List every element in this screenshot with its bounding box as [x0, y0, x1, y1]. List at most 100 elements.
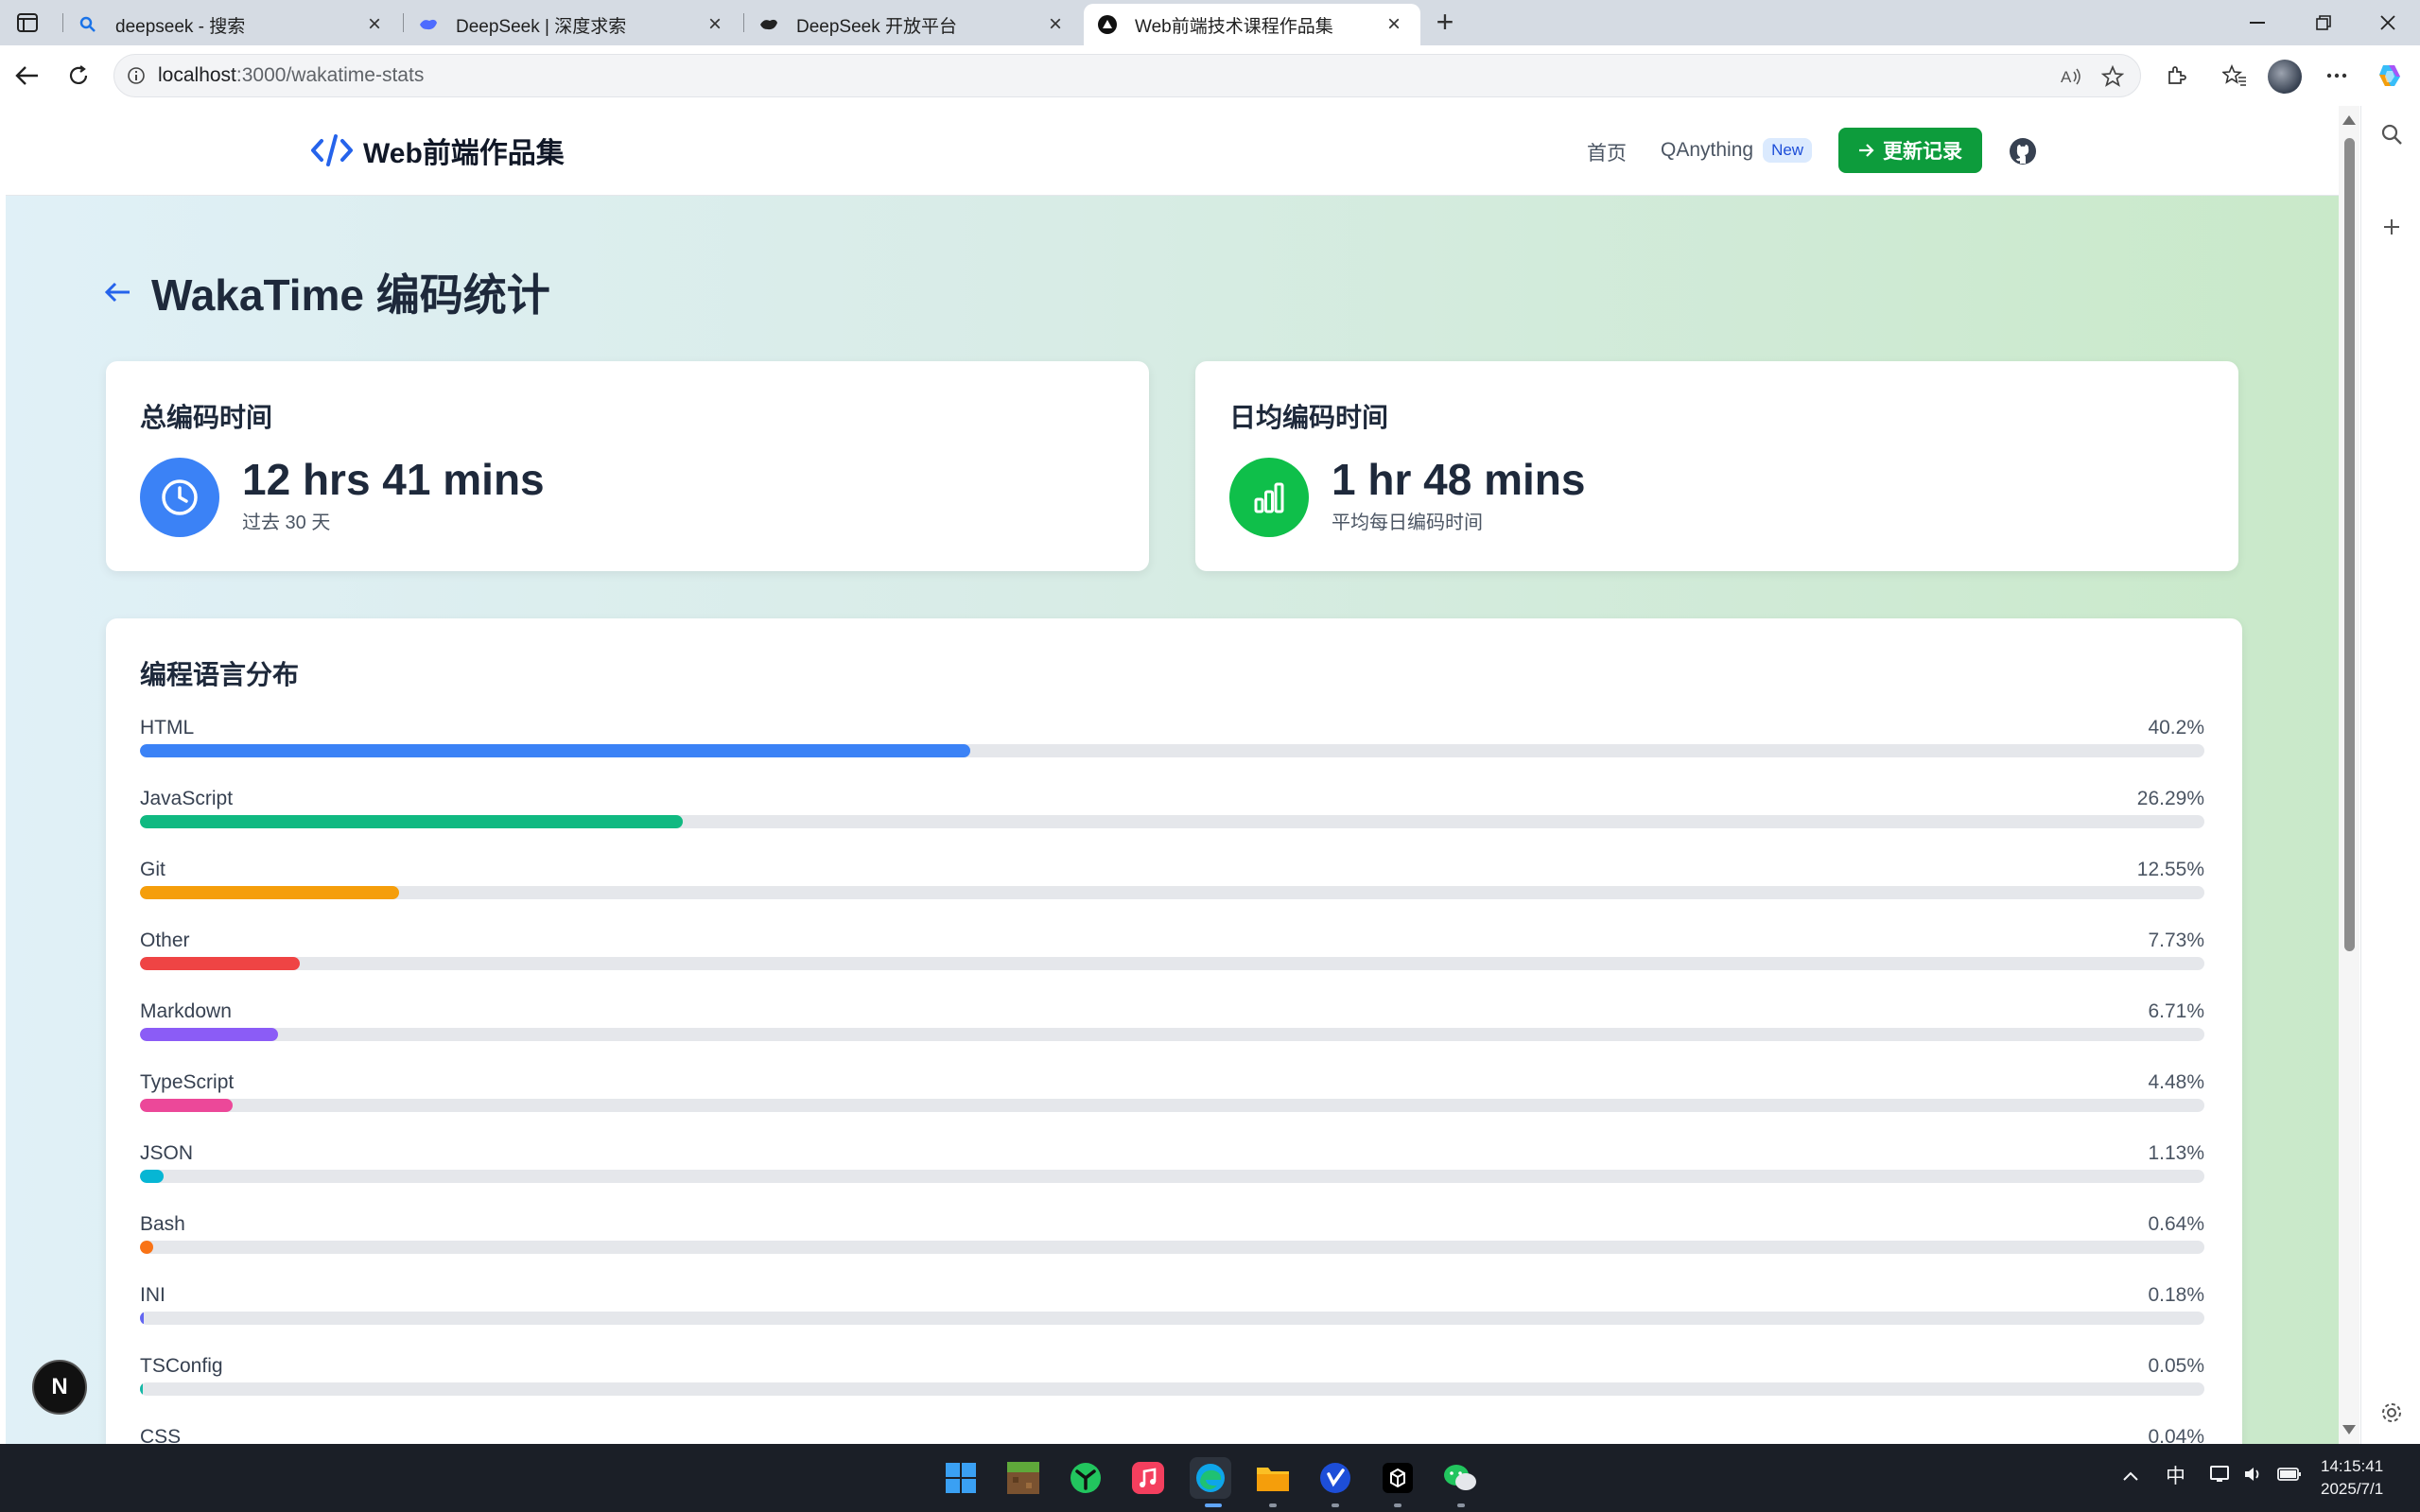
tab-title: DeepSeek 开放平台 [796, 16, 958, 37]
copilot-icon[interactable] [2372, 59, 2408, 93]
music-app-icon[interactable] [1127, 1457, 1169, 1499]
brand-name: Web前端作品集 [363, 138, 565, 169]
ime-indicator[interactable]: 中 [2166, 1461, 2185, 1489]
language-row: JavaScript 26.29% [140, 788, 2204, 859]
address-bar-row: localhost:3000/wakatime-stats A [0, 45, 2420, 106]
total-time-label: 总编码时间 [140, 403, 273, 432]
triangle-favicon-icon [1097, 14, 1118, 35]
language-progress-fill [140, 886, 399, 899]
clock-date: 2025/7/1 [2321, 1480, 2384, 1498]
url-field[interactable]: localhost:3000/wakatime-stats A [113, 54, 2141, 97]
nextjs-dev-badge[interactable]: N [32, 1360, 87, 1415]
nav-home-link[interactable]: 首页 [1587, 138, 1627, 166]
app-green-icon[interactable] [1065, 1457, 1106, 1499]
tab-title: Web前端技术课程作品集 [1135, 16, 1333, 37]
tray-overflow-chevron-icon[interactable] [2122, 1465, 2139, 1487]
language-progress-track [140, 1170, 2204, 1183]
brand-link[interactable]: Web前端作品集 [310, 130, 565, 171]
minecraft-icon[interactable] [1002, 1457, 1044, 1499]
network-icon[interactable] [2209, 1465, 2232, 1489]
language-name: INI [140, 1284, 165, 1306]
url-path: :3000/wakatime-stats [235, 64, 425, 86]
language-progress-fill [140, 1382, 143, 1396]
clock-time: 14:15:41 [2321, 1457, 2384, 1475]
search-icon[interactable] [2376, 119, 2407, 149]
scroll-down-arrow-icon[interactable] [2342, 1425, 2356, 1434]
volume-icon[interactable] [2243, 1465, 2264, 1489]
minimize-icon[interactable] [2224, 6, 2290, 40]
language-progress-track [140, 815, 2204, 828]
close-window-icon[interactable] [2355, 6, 2420, 40]
close-tab-icon[interactable]: × [1381, 11, 1407, 38]
edge-browser-icon[interactable] [1190, 1457, 1231, 1499]
language-progress-track [140, 1028, 2204, 1041]
profile-avatar[interactable] [2268, 60, 2302, 94]
new-tab-button[interactable]: + [1428, 7, 1462, 38]
site-info-icon[interactable] [114, 66, 158, 85]
tab-4-active[interactable]: Web前端技术课程作品集 × [1084, 4, 1420, 45]
language-name: JavaScript [140, 788, 234, 809]
close-tab-icon[interactable]: × [702, 11, 728, 38]
language-progress-track [140, 1241, 2204, 1254]
back-arrow-icon[interactable] [9, 59, 45, 93]
tab-actions-icon[interactable] [13, 9, 42, 36]
language-percent: 0.05% [2148, 1355, 2204, 1377]
total-time-card: 总编码时间 12 hrs 41 mins 过去 30 天 [106, 361, 1149, 571]
favorites-icon[interactable] [2217, 59, 2253, 93]
site-header: Web前端作品集 首页 QAnything New 更新记录 [6, 106, 2339, 196]
settings-gear-icon[interactable] [2376, 1398, 2407, 1428]
language-row: HTML 40.2% [140, 717, 2204, 788]
language-row: Other 7.73% [140, 930, 2204, 1000]
browser-sidebar [2360, 106, 2420, 1444]
language-percent: 0.64% [2148, 1213, 2204, 1235]
tab-1[interactable]: deepseek - 搜索 × [64, 4, 401, 45]
battery-icon[interactable] [2277, 1465, 2302, 1487]
nav-qanything-link[interactable]: QAnything New [1661, 138, 1813, 163]
language-percent: 0.18% [2148, 1284, 2204, 1306]
daily-average-value: 1 hr 48 mins [1332, 455, 1586, 504]
wechat-icon[interactable] [1439, 1457, 1481, 1499]
read-aloud-icon[interactable]: A [2057, 62, 2085, 91]
language-progress-track [140, 886, 2204, 899]
tab-separator [403, 13, 404, 32]
language-percent: 0.04% [2148, 1426, 2204, 1444]
system-clock[interactable]: 14:15:41 2025/7/1 [2321, 1455, 2383, 1501]
box-app-icon[interactable] [1377, 1457, 1419, 1499]
daily-average-sub: 平均每日编码时间 [1332, 513, 1483, 533]
restore-icon[interactable] [2290, 6, 2357, 40]
close-tab-icon[interactable]: × [361, 11, 388, 38]
github-icon[interactable] [2009, 137, 2037, 165]
file-explorer-icon[interactable] [1252, 1457, 1294, 1499]
windows-start-icon[interactable] [940, 1457, 982, 1499]
language-percent: 1.13% [2148, 1142, 2204, 1164]
tab-3[interactable]: DeepSeek 开放平台 × [745, 4, 1082, 45]
page-viewport: Web前端作品集 首页 QAnything New 更新记录 WakaTime … [6, 106, 2339, 1444]
page-title: WakaTime 编码统计 [151, 270, 550, 320]
update-log-label: 更新记录 [1883, 141, 1962, 163]
more-menu-icon[interactable] [2319, 59, 2355, 93]
add-icon[interactable] [2376, 212, 2407, 242]
favorite-star-icon[interactable] [2098, 62, 2127, 91]
update-log-button[interactable]: 更新记录 [1838, 128, 1982, 173]
back-arrow-icon[interactable] [104, 275, 138, 309]
search-favicon-icon [78, 14, 98, 35]
scroll-up-arrow-icon[interactable] [2342, 115, 2356, 125]
vscode-like-icon[interactable] [1314, 1457, 1356, 1499]
tab-2[interactable]: DeepSeek | 深度求索 × [405, 4, 741, 45]
refresh-icon[interactable] [61, 59, 96, 93]
deepseek-favicon-icon [418, 14, 439, 35]
language-row: Bash 0.64% [140, 1213, 2204, 1284]
language-progress-fill [140, 957, 300, 970]
new-badge: New [1763, 138, 1813, 163]
extensions-icon[interactable] [2158, 59, 2194, 93]
language-progress-fill [140, 1241, 153, 1254]
page-scrollbar[interactable] [2339, 106, 2359, 1444]
language-percent: 7.73% [2148, 930, 2204, 951]
scrollbar-thumb[interactable] [2344, 138, 2355, 951]
close-tab-icon[interactable]: × [1042, 11, 1069, 38]
language-name: JSON [140, 1142, 194, 1164]
code-logo-icon [311, 134, 353, 166]
language-row: JSON 1.13% [140, 1142, 2204, 1213]
language-row: TSConfig 0.05% [140, 1355, 2204, 1426]
language-percent: 40.2% [2148, 717, 2204, 739]
